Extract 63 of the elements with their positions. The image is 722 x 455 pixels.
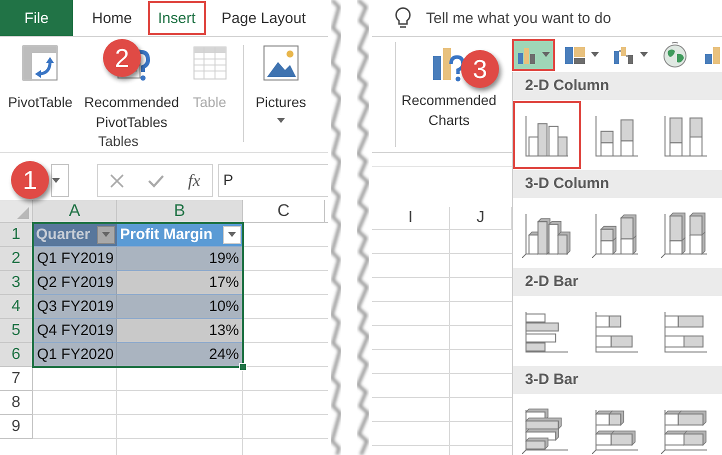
table-cell: 17%	[117, 271, 243, 295]
row-header[interactable]: 9	[0, 415, 33, 439]
group-label: Tables	[98, 133, 139, 149]
waterfall-chart-icon	[613, 46, 635, 64]
row-header[interactable]: 6	[0, 343, 33, 367]
table-cell: Q1 FY2019	[33, 247, 117, 271]
dropdown-arrow-icon	[102, 232, 110, 237]
column-header[interactable]: B	[117, 200, 243, 222]
ribbon-tab[interactable]: Page Layout	[208, 0, 319, 36]
section-header: 3-D Column	[513, 170, 722, 198]
step-badge: 3	[461, 50, 499, 88]
row-header[interactable]: 7	[0, 367, 33, 391]
row-header[interactable]: 2	[0, 247, 33, 271]
chart-type-option[interactable]	[513, 101, 581, 169]
picture-icon	[262, 44, 300, 82]
pivot-table-button[interactable]: PivotTable	[6, 37, 75, 133]
pictures-button[interactable]: Pictures	[254, 37, 308, 152]
row-header[interactable]: 5	[0, 319, 33, 343]
table-cell: 13%	[117, 319, 243, 343]
dropdown-arrow-icon	[228, 232, 236, 237]
check-icon	[148, 174, 164, 188]
section-header: 2-D Bar	[513, 268, 722, 296]
pivot-table-icon	[21, 44, 60, 82]
column-title: Profit Margin	[120, 226, 212, 243]
table-icon	[190, 44, 229, 82]
filter-button[interactable]	[223, 226, 241, 244]
ribbon-tab[interactable]: Insert	[147, 0, 207, 36]
lightbulb-icon	[394, 6, 412, 30]
row-header[interactable]: 4	[0, 295, 33, 319]
insert-function-button[interactable]: fx	[188, 170, 200, 190]
section-header: 2-D Column	[513, 72, 722, 100]
table-cell: Q1 FY2020	[33, 343, 117, 367]
column-title: Quarter	[36, 226, 90, 243]
filter-button[interactable]	[97, 226, 115, 244]
table-cell: Q4 FY2019	[33, 319, 117, 343]
treemap-chart-icon	[564, 46, 586, 64]
table-cell: Q2 FY2019	[33, 271, 117, 295]
corner-triangle-icon	[17, 207, 29, 219]
column-header[interactable]: I	[372, 207, 450, 229]
fill-handle[interactable]	[239, 363, 247, 371]
caret-icon	[52, 178, 60, 183]
row-header[interactable]: 3	[0, 271, 33, 295]
table-cell: 10%	[117, 295, 243, 319]
table-cell: 19%	[117, 247, 243, 271]
row-header[interactable]: 1	[0, 223, 33, 247]
column-header[interactable]: A	[33, 200, 117, 222]
name-box[interactable]	[51, 164, 69, 197]
row-header[interactable]: 8	[0, 391, 33, 415]
section-header: 3-D Bar	[513, 366, 722, 394]
table-cell: 24%	[117, 343, 243, 367]
tell-me-field[interactable]: Tell me what you want to do	[426, 10, 686, 26]
globe-icon	[662, 42, 688, 68]
file-tab[interactable]: File	[0, 0, 73, 36]
cancel-icon	[110, 174, 124, 188]
table-cell: Q3 FY2019	[33, 295, 117, 319]
formula-field[interactable]: P	[218, 164, 328, 197]
ribbon-tab[interactable]: Home	[79, 0, 146, 36]
column-chart-button[interactable]	[512, 38, 555, 70]
step-badge: 2	[103, 39, 141, 77]
step-badge: 1	[11, 161, 49, 199]
column-chart-icon	[517, 46, 537, 64]
column-header[interactable]: J	[450, 207, 512, 229]
column-chart-icon	[702, 46, 722, 64]
